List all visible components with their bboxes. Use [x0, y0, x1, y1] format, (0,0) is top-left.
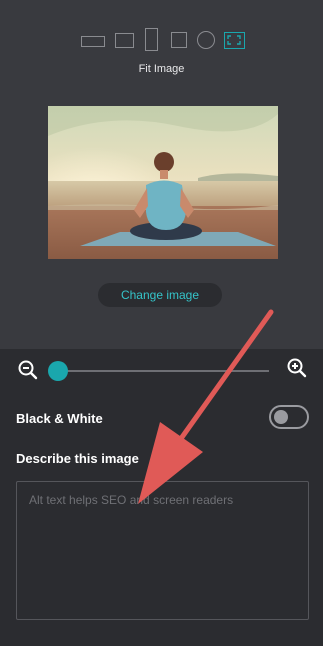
fit-image-icon	[227, 35, 241, 45]
fit-image-label: Fit Image	[138, 63, 185, 75]
shape-fit-image[interactable]	[224, 32, 245, 49]
zoom-slider-track[interactable]	[57, 370, 269, 372]
shape-square[interactable]	[171, 32, 187, 48]
shape-square-wide[interactable]	[115, 33, 134, 48]
image-preview	[48, 106, 278, 259]
describe-image-label: Describe this image	[16, 451, 139, 466]
shape-landscape-rectangle[interactable]	[81, 36, 105, 47]
zoom-slider-thumb[interactable]	[48, 361, 68, 381]
zoom-out-icon[interactable]	[17, 359, 39, 381]
image-settings-panel: Fit Image Change image	[0, 0, 323, 349]
change-image-button[interactable]: Change image	[98, 283, 222, 307]
zoom-in-icon[interactable]	[286, 357, 308, 379]
black-white-toggle[interactable]	[269, 405, 309, 429]
toggle-knob	[274, 410, 288, 424]
shape-portrait-rectangle[interactable]	[145, 28, 158, 51]
meditation-photo	[48, 106, 278, 259]
shape-circle[interactable]	[197, 31, 215, 49]
alt-text-input[interactable]	[16, 481, 309, 620]
shape-options	[0, 28, 323, 52]
black-white-label: Black & White	[16, 411, 103, 426]
